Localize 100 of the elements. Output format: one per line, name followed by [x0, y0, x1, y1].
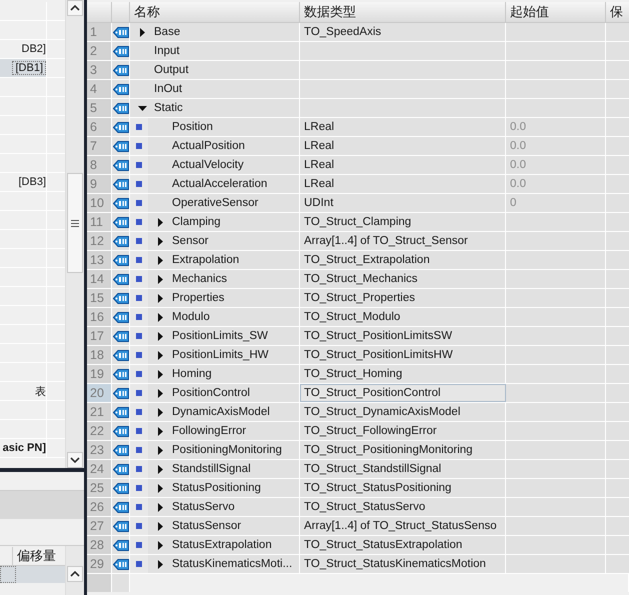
table-row[interactable]: 20 PositionControl TO_Struct_PositionControl	[87, 384, 629, 403]
collapsed-caret-icon[interactable]	[158, 236, 162, 246]
tag-icon	[112, 350, 128, 360]
table-row[interactable]: 4 InOut	[87, 80, 629, 99]
table-row[interactable]: 8 ActualVelocity LReal 0.0	[87, 156, 629, 175]
scroll-thumb-grip-icon[interactable]	[71, 220, 80, 226]
table-row[interactable]: 25 StatusPositioning TO_Struct_StatusPositioning	[87, 479, 629, 498]
collapsed-caret-icon[interactable]	[158, 560, 162, 568]
tree-item[interactable]: asic PN]	[2, 442, 46, 454]
row-number: 9	[87, 175, 112, 193]
scroll-thumb[interactable]	[67, 173, 84, 273]
data-type: Array[1..4] of TO_Struct_StatusSenso	[304, 520, 497, 532]
table-row[interactable]: 5 Static	[87, 99, 629, 118]
scroll-up-button[interactable]	[67, 566, 84, 582]
collapsed-caret-icon[interactable]	[158, 426, 162, 436]
table-row[interactable]: 21 DynamicAxisModel TO_Struct_DynamicAxisModel	[87, 403, 629, 422]
collapsed-caret-icon[interactable]	[158, 294, 162, 302]
collapsed-caret-icon[interactable]	[158, 502, 162, 512]
collapsed-caret-icon[interactable]	[158, 446, 162, 454]
variable-name: PositionControl	[172, 386, 250, 401]
row-number: 29	[87, 555, 112, 573]
member-bullet-icon	[136, 352, 142, 358]
collapsed-caret-icon[interactable]	[158, 332, 162, 340]
table-row[interactable]: 11 Clamping TO_Struct_Clamping	[87, 213, 629, 232]
member-bullet-icon	[136, 143, 142, 149]
collapsed-caret-icon[interactable]	[158, 256, 162, 264]
table-row[interactable]: 7 ActualPosition LReal 0.0	[87, 137, 629, 156]
collapsed-caret-icon[interactable]	[158, 408, 162, 416]
row-number: 24	[87, 460, 112, 478]
column-header[interactable]: 起始值	[510, 3, 549, 21]
tag-icon	[112, 464, 128, 474]
row-number: 12	[87, 232, 112, 250]
table-row[interactable]: 1 Base TO_SpeedAxis	[87, 23, 629, 42]
tree-item[interactable]: 表	[35, 384, 46, 398]
table-row[interactable]: 27 StatusSensor Array[1..4] of TO_Struct_StatusSenso	[87, 517, 629, 536]
collapsed-caret-icon[interactable]	[140, 28, 144, 36]
scroll-up-button[interactable]	[67, 0, 84, 16]
column-header[interactable]: 名称	[134, 3, 160, 21]
member-bullet-icon	[136, 295, 142, 301]
data-type: TO_Struct_FollowingError	[304, 425, 437, 437]
variable-name: StatusExtrapolation	[172, 538, 272, 553]
vertical-scrollbar[interactable]	[65, 0, 84, 468]
scroll-down-button[interactable]	[67, 452, 84, 468]
collapsed-caret-icon[interactable]	[158, 464, 162, 474]
table-row[interactable]: 29 StatusKinematicsMoti... TO_Struct_StatusKinematicsMotion	[87, 555, 629, 574]
data-type: TO_Struct_PositionLimitsHW	[304, 349, 453, 361]
tree-item[interactable]: [DB1]	[12, 61, 46, 75]
table-row[interactable]: 15 Properties TO_Struct_Properties	[87, 289, 629, 308]
scroll-up-icon[interactable]	[70, 5, 80, 11]
start-value: 0.0	[510, 178, 526, 190]
table-row[interactable]: 28 StatusExtrapolation TO_Struct_StatusExtrapolation	[87, 536, 629, 555]
scroll-up-icon[interactable]	[70, 571, 80, 577]
table-row[interactable]: 26 StatusServo TO_Struct_StatusServo	[87, 498, 629, 517]
table-row[interactable]: 12 Sensor Array[1..4] of TO_Struct_Sensor	[87, 232, 629, 251]
table-row[interactable]: 9 ActualAcceleration LReal 0.0	[87, 175, 629, 194]
data-type: TO_Struct_StatusServo	[304, 501, 426, 513]
variable-name: ActualVelocity	[172, 158, 244, 173]
collapsed-caret-icon[interactable]	[158, 370, 162, 378]
collapsed-caret-icon[interactable]	[158, 312, 162, 322]
tag-icon	[112, 178, 128, 190]
table-row[interactable]: 16 Modulo TO_Struct_Modulo	[87, 308, 629, 327]
column-header[interactable]: 保	[610, 3, 623, 21]
row-number: 10	[87, 194, 112, 212]
data-type: TO_Struct_DynamicAxisModel	[304, 406, 460, 418]
vertical-scrollbar[interactable]	[65, 546, 84, 595]
row-number: 23	[87, 441, 112, 459]
tag-icon	[112, 520, 128, 532]
collapsed-caret-icon[interactable]	[158, 484, 162, 492]
collapsed-caret-icon[interactable]	[158, 388, 162, 398]
scroll-down-icon[interactable]	[70, 457, 80, 463]
collapsed-caret-icon[interactable]	[158, 522, 162, 530]
variable-name: StandstillSignal	[172, 462, 251, 477]
tree-item[interactable]: [DB3]	[18, 176, 46, 188]
collapsed-caret-icon[interactable]	[158, 350, 162, 360]
variable-name: StatusKinematicsMoti...	[172, 557, 292, 572]
data-type: TO_SpeedAxis	[304, 26, 382, 38]
table-row[interactable]: 6 Position LReal 0.0	[87, 118, 629, 137]
table-row[interactable]: 18 PositionLimits_HW TO_Struct_PositionLimitsHW	[87, 346, 629, 365]
tag-icon	[112, 406, 128, 418]
table-row[interactable]: 14 Mechanics TO_Struct_Mechanics	[87, 270, 629, 289]
table-row[interactable]: 17 PositionLimits_SW TO_Struct_PositionLimitsSW	[87, 327, 629, 346]
data-type: TO_Struct_Extrapolation	[304, 254, 430, 266]
row-number: 28	[87, 536, 112, 554]
table-row[interactable]: 23 PositioningMonitoring TO_Struct_PositioningMonitoring	[87, 441, 629, 460]
variable-name: Sensor	[172, 234, 208, 249]
row-number: 11	[87, 213, 112, 231]
table-row[interactable]: 13 Extrapolation TO_Struct_Extrapolation	[87, 251, 629, 270]
table-row[interactable]: 2 Input	[87, 42, 629, 61]
table-row[interactable]: 3 Output	[87, 61, 629, 80]
collapsed-caret-icon[interactable]	[158, 218, 162, 226]
collapsed-caret-icon[interactable]	[158, 274, 162, 284]
table-row[interactable]: 19 Homing TO_Struct_Homing	[87, 365, 629, 384]
tag-icon	[112, 26, 128, 38]
table-row[interactable]: 24 StandstillSignal TO_Struct_StandstillSignal	[87, 460, 629, 479]
column-header[interactable]: 数据类型	[304, 3, 356, 21]
table-row[interactable]: 22 FollowingError TO_Struct_FollowingError	[87, 422, 629, 441]
tree-item[interactable]: DB2]	[22, 43, 46, 55]
expanded-caret-icon[interactable]	[138, 106, 146, 110]
collapsed-caret-icon[interactable]	[158, 540, 162, 550]
table-row[interactable]: 10 OperativeSensor UDInt 0	[87, 194, 629, 213]
